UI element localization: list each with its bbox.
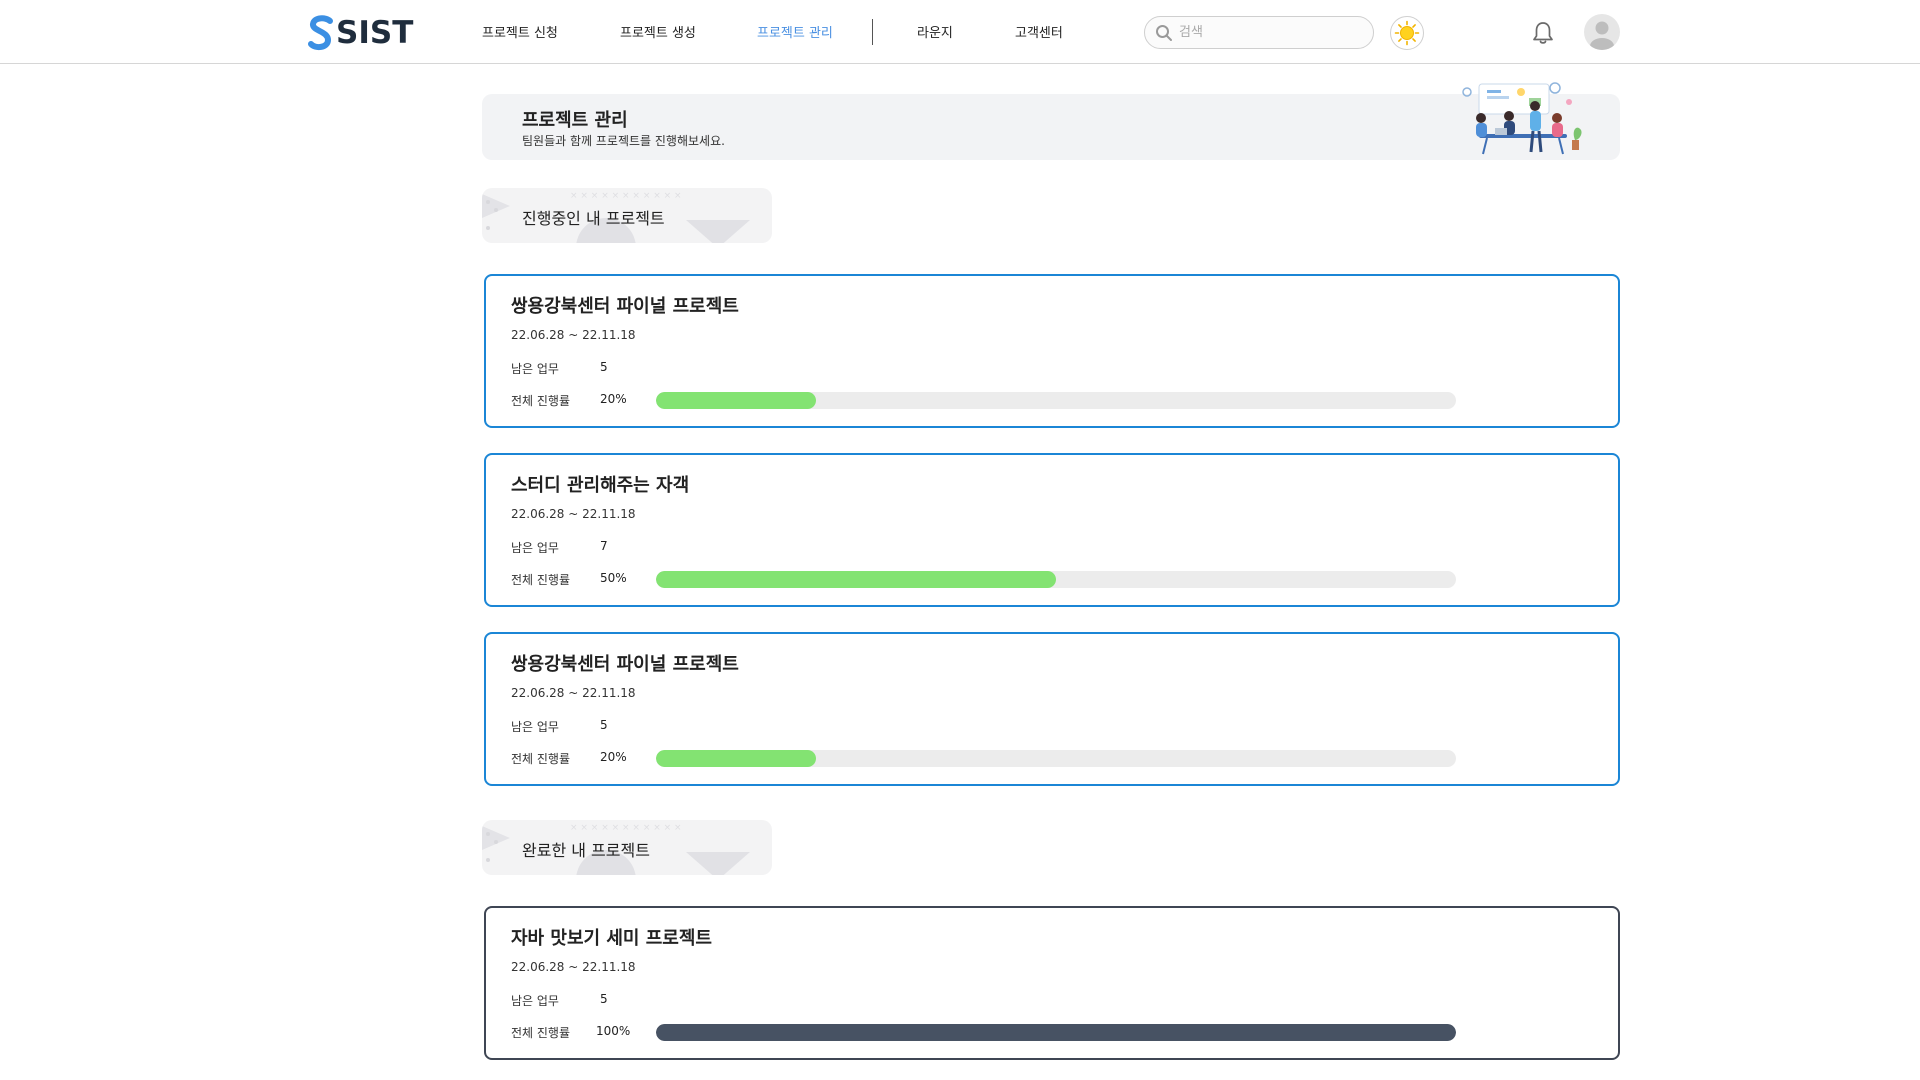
- search-icon: [1156, 24, 1172, 41]
- nav-project-apply[interactable]: 프로젝트 신청: [482, 22, 558, 41]
- progress-label: 전체 진행률: [511, 394, 571, 408]
- progress-label: 전체 진행률: [511, 752, 571, 766]
- remaining-tasks-value: 7: [600, 539, 608, 553]
- project-period: 22.06.28 ~ 22.11.18: [511, 507, 636, 521]
- nav-project-manage[interactable]: 프로젝트 관리: [757, 22, 833, 41]
- progress-bar-fill: [656, 1024, 1456, 1041]
- progress-percent: 100%: [596, 1024, 631, 1038]
- nav-customer-center[interactable]: 고객센터: [1015, 22, 1063, 41]
- nav-lounge[interactable]: 라운지: [917, 22, 953, 41]
- remaining-tasks-value: 5: [600, 992, 608, 1006]
- search-box[interactable]: [1144, 16, 1374, 49]
- progress-label: 전체 진행률: [511, 573, 571, 587]
- avatar-icon: [1590, 21, 1614, 50]
- theme-toggle-button[interactable]: [1390, 16, 1424, 50]
- section-header-completed: × × × × × × × × × × × 완료한 내 프로젝트: [482, 820, 772, 875]
- project-title: 쌍용강북센터 파이널 프로젝트: [511, 654, 739, 675]
- progress-bar: [656, 392, 1456, 409]
- logo-text: SIST: [336, 15, 414, 51]
- search-input[interactable]: [1179, 25, 1359, 40]
- project-title: 쌍용강북센터 파이널 프로젝트: [511, 296, 739, 317]
- section-header-in-progress: × × × × × × × × × × × 진행중인 내 프로젝트: [482, 188, 772, 243]
- profile-avatar[interactable]: [1584, 14, 1620, 50]
- project-title: 스터디 관리해주는 자객: [511, 475, 690, 496]
- completed-project-card[interactable]: 자바 맛보기 세미 프로젝트 22.06.28 ~ 22.11.18 남은 업무…: [484, 906, 1620, 1060]
- remaining-tasks-label: 남은 업무: [511, 720, 559, 734]
- progress-percent: 20%: [600, 750, 627, 764]
- page-banner: 프로젝트 관리 팀원들과 함께 프로젝트를 진행해보세요.: [482, 82, 1620, 160]
- remaining-tasks-label: 남은 업무: [511, 362, 559, 376]
- project-period: 22.06.28 ~ 22.11.18: [511, 328, 636, 342]
- progress-bar-fill: [656, 392, 816, 409]
- top-navigation-bar: SIST 프로젝트 신청 프로젝트 생성 프로젝트 관리 라운지 고객센터: [0, 0, 1920, 64]
- remaining-tasks-value: 5: [600, 718, 608, 732]
- project-card[interactable]: 쌍용강북센터 파이널 프로젝트 22.06.28 ~ 22.11.18 남은 업…: [484, 274, 1620, 428]
- progress-bar: [656, 571, 1456, 588]
- sist-logo[interactable]: SIST: [308, 14, 413, 52]
- nav-divider: [872, 19, 873, 45]
- team-meeting-illustration-icon: [1462, 82, 1582, 155]
- remaining-tasks-label: 남은 업무: [511, 994, 559, 1008]
- page-title: 프로젝트 관리: [522, 110, 628, 131]
- progress-bar: [656, 750, 1456, 767]
- project-period: 22.06.28 ~ 22.11.18: [511, 960, 636, 974]
- progress-percent: 50%: [600, 571, 627, 585]
- remaining-tasks-label: 남은 업무: [511, 541, 559, 555]
- progress-percent: 20%: [600, 392, 627, 406]
- nav-project-create[interactable]: 프로젝트 생성: [620, 22, 696, 41]
- bell-icon[interactable]: [1530, 20, 1556, 46]
- project-title: 자바 맛보기 세미 프로젝트: [511, 928, 712, 949]
- project-period: 22.06.28 ~ 22.11.18: [511, 686, 636, 700]
- logo-s-mark-icon: [308, 15, 333, 51]
- section-title-completed: 완료한 내 프로젝트: [522, 841, 650, 860]
- project-card[interactable]: 쌍용강북센터 파이널 프로젝트 22.06.28 ~ 22.11.18 남은 업…: [484, 632, 1620, 786]
- progress-bar: [656, 1024, 1456, 1041]
- section-title-in-progress: 진행중인 내 프로젝트: [522, 209, 665, 228]
- page-subtitle: 팀원들과 함께 프로젝트를 진행해보세요.: [522, 134, 725, 148]
- progress-bar-fill: [656, 750, 816, 767]
- svg-text:× × × × × × × × × × ×: × × × × × × × × × × ×: [570, 191, 682, 201]
- svg-text:× × × × × × × × × × ×: × × × × × × × × × × ×: [570, 823, 682, 833]
- progress-bar-fill: [656, 571, 1056, 588]
- remaining-tasks-value: 5: [600, 360, 608, 374]
- project-card[interactable]: 스터디 관리해주는 자객 22.06.28 ~ 22.11.18 남은 업무 7…: [484, 453, 1620, 607]
- progress-label: 전체 진행률: [511, 1026, 571, 1040]
- sun-icon: [1394, 20, 1420, 46]
